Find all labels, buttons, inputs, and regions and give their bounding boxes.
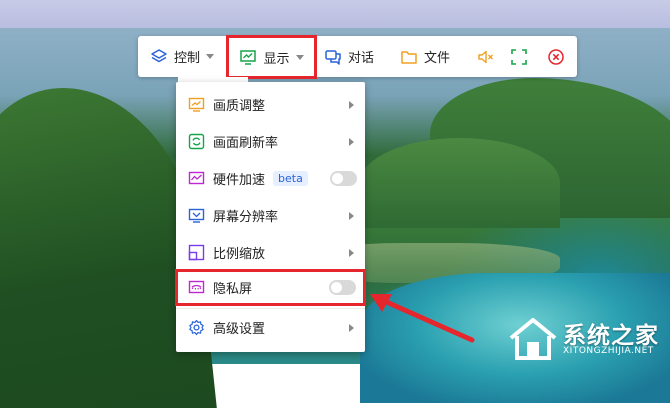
annotation-arrow-icon bbox=[370, 294, 475, 343]
house-logo-icon bbox=[509, 318, 557, 360]
toggle-knob bbox=[332, 173, 343, 184]
menu-item-hardware-acceleration[interactable]: 硬件加速 beta bbox=[176, 160, 365, 197]
refresh-rate-icon bbox=[188, 133, 205, 150]
chat-icon bbox=[324, 48, 342, 66]
display-dropdown-menu: 画质调整 画面刷新率 硬件加速 beta 屏幕分辨率 比例缩放 隐私屏 高级设置 bbox=[175, 82, 366, 352]
watermark-title: 系统之家 bbox=[563, 323, 659, 349]
chevron-right-icon bbox=[349, 211, 354, 220]
monitor-chart-icon bbox=[239, 48, 257, 66]
display-menu-button[interactable]: 显示 bbox=[226, 35, 317, 79]
menu-item-label: 隐私屏 bbox=[213, 282, 253, 297]
menu-item-label: 画质调整 bbox=[213, 99, 266, 114]
chevron-right-icon bbox=[349, 137, 354, 146]
menu-item-privacy-screen[interactable]: 隐私屏 bbox=[175, 269, 366, 306]
chat-label: 对话 bbox=[348, 51, 375, 66]
menu-item-label: 画面刷新率 bbox=[213, 136, 279, 151]
menu-item-label: 硬件加速 bbox=[213, 173, 266, 188]
privacy-screen-icon bbox=[188, 279, 205, 296]
chevron-down-icon bbox=[206, 54, 215, 59]
menu-item-screen-resolution[interactable]: 屏幕分辨率 bbox=[176, 197, 365, 234]
mute-icon[interactable] bbox=[477, 48, 495, 66]
top-strip bbox=[0, 0, 670, 28]
layers-icon bbox=[150, 48, 168, 66]
gear-icon bbox=[188, 319, 205, 336]
control-menu-button[interactable]: 控制 bbox=[150, 36, 215, 77]
menu-item-scale[interactable]: 比例缩放 bbox=[176, 234, 365, 271]
menu-item-advanced-settings[interactable]: 高级设置 bbox=[176, 309, 365, 346]
chevron-down-icon bbox=[295, 54, 304, 60]
chevron-right-icon bbox=[349, 323, 354, 332]
control-label: 控制 bbox=[174, 51, 201, 66]
menu-item-label: 屏幕分辨率 bbox=[213, 210, 279, 225]
watermark: 系统之家 XITONGZHIJIA.NET bbox=[505, 316, 670, 364]
chevron-right-icon bbox=[349, 100, 354, 109]
hill-middle bbox=[360, 138, 560, 228]
hardware-acceleration-toggle[interactable] bbox=[330, 171, 357, 186]
folder-icon bbox=[400, 48, 418, 66]
beta-badge: beta bbox=[273, 171, 308, 186]
remote-toolbar: 控制 显示 对话 文件 bbox=[138, 35, 577, 79]
disconnect-icon[interactable] bbox=[547, 48, 565, 66]
toggle-knob bbox=[331, 282, 342, 293]
scale-icon bbox=[188, 244, 205, 261]
watermark-url: XITONGZHIJIA.NET bbox=[563, 346, 654, 356]
privacy-screen-toggle[interactable] bbox=[329, 280, 356, 295]
file-button[interactable]: 文件 bbox=[400, 36, 450, 77]
chat-button[interactable]: 对话 bbox=[324, 36, 374, 77]
menu-item-label: 比例缩放 bbox=[213, 247, 266, 262]
screen-resolution-icon bbox=[188, 207, 205, 224]
menu-item-refresh-rate[interactable]: 画面刷新率 bbox=[176, 123, 365, 160]
menu-item-label: 高级设置 bbox=[213, 322, 266, 337]
display-label: 显示 bbox=[263, 51, 290, 67]
menu-item-picture-quality[interactable]: 画质调整 bbox=[176, 86, 365, 123]
chevron-right-icon bbox=[349, 248, 354, 257]
file-label: 文件 bbox=[424, 51, 451, 66]
picture-quality-icon bbox=[188, 96, 205, 113]
hardware-acceleration-icon bbox=[188, 170, 205, 187]
fullscreen-icon[interactable] bbox=[510, 48, 528, 66]
